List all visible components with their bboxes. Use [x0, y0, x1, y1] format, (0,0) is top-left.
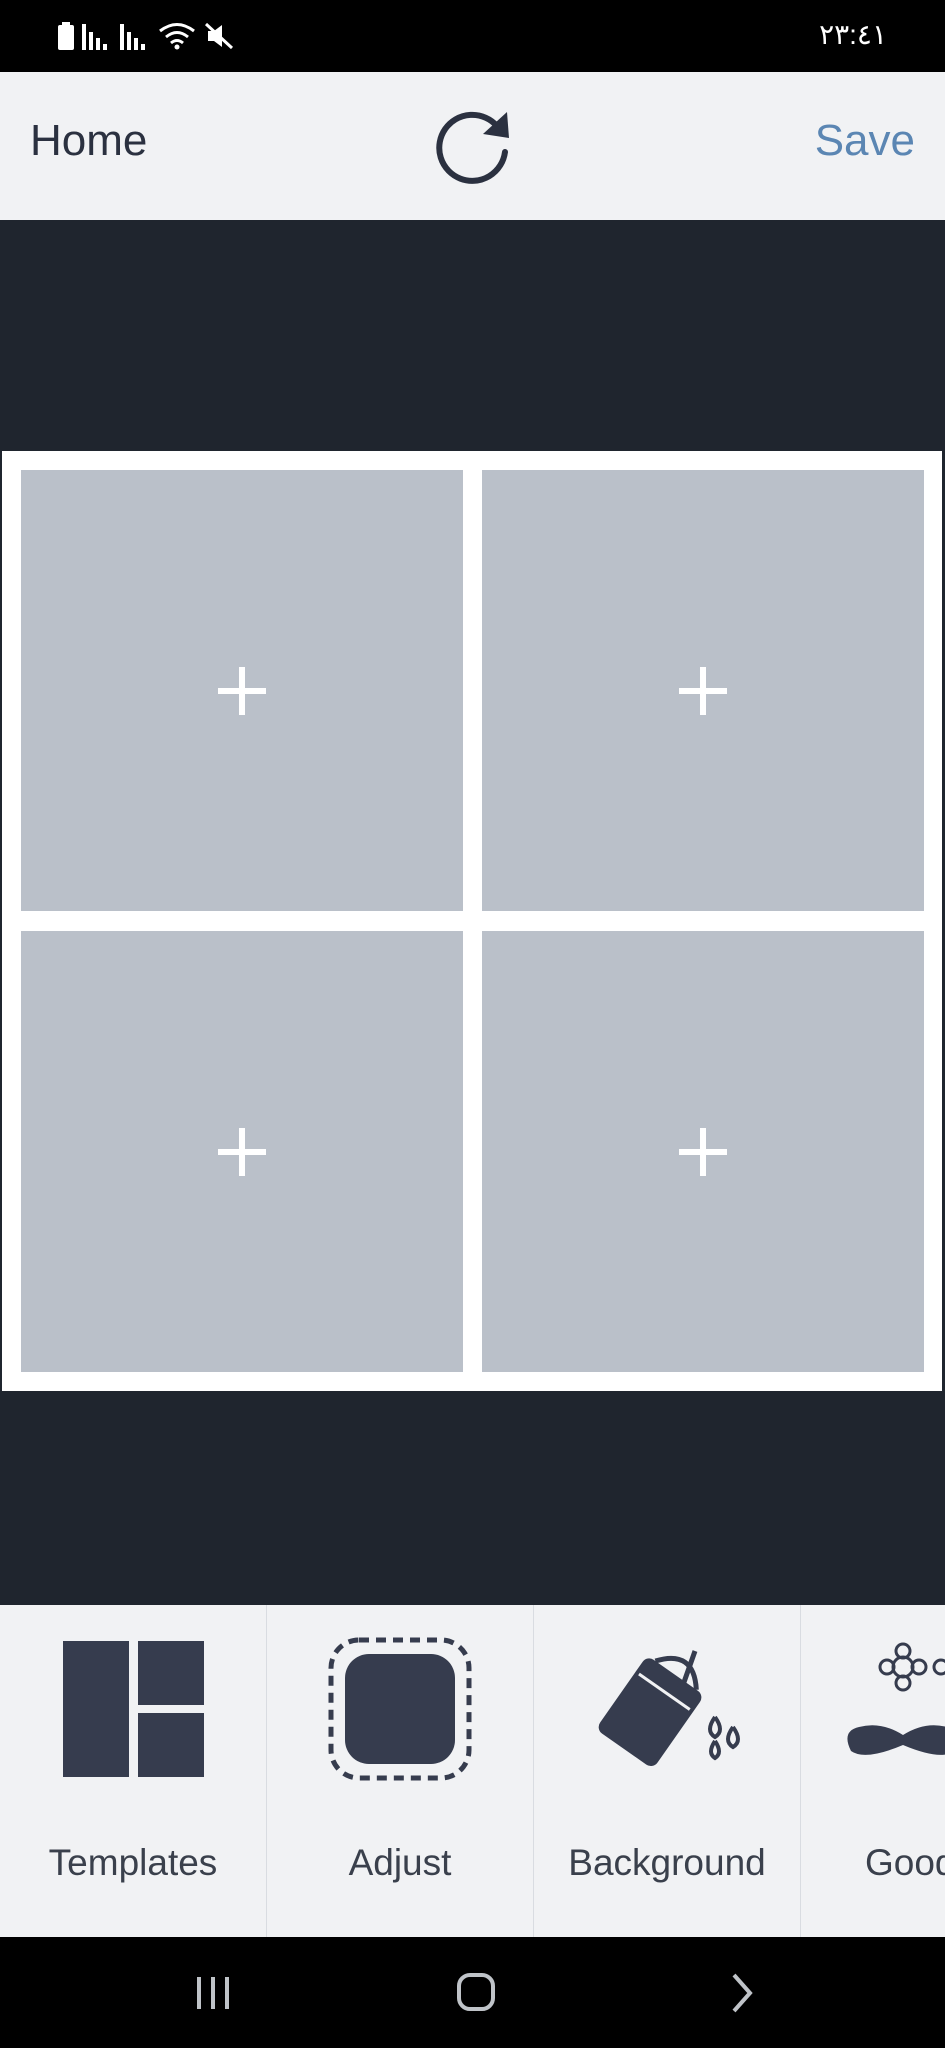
status-time: ٢٣:٤١ — [819, 19, 887, 50]
signal-icon — [120, 24, 145, 50]
tool-goodies[interactable]: Good — [801, 1605, 945, 1937]
signal-icon — [82, 24, 107, 50]
plus-icon — [218, 666, 266, 715]
plus-icon — [679, 666, 727, 715]
tool-label: Templates — [48, 1842, 218, 1883]
recents-icon — [197, 1977, 229, 2009]
navigation-bar — [0, 1937, 945, 2048]
app-screen: ٢٣:٤١ Home Save Templates Adjust Backgro… — [0, 0, 945, 2048]
battery-icon — [58, 22, 74, 50]
collage-cell[interactable] — [21, 470, 463, 911]
back-icon — [732, 1973, 753, 2013]
home-icon — [457, 1973, 495, 2011]
save-button[interactable]: Save — [815, 116, 915, 166]
templates-icon — [63, 1641, 204, 1777]
paint-bucket-icon — [598, 1650, 740, 1767]
tool-label: Background — [568, 1842, 766, 1883]
tool-adjust[interactable]: Adjust — [267, 1605, 534, 1937]
plus-icon — [679, 1127, 727, 1176]
wifi-icon — [159, 23, 195, 50]
status-bar: ٢٣:٤١ — [0, 0, 945, 72]
mute-icon — [204, 22, 234, 50]
refresh-icon — [436, 111, 509, 184]
bottom-toolbar: Templates Adjust Background Goo — [0, 1605, 945, 1937]
home-nav-button[interactable] — [447, 1963, 507, 2023]
back-button[interactable] — [712, 1963, 772, 2023]
tool-label: Good — [865, 1842, 945, 1883]
plus-icon — [218, 1127, 266, 1176]
tool-templates[interactable]: Templates — [0, 1605, 267, 1937]
tool-background[interactable]: Background — [534, 1605, 801, 1937]
collage-cell[interactable] — [482, 931, 924, 1372]
mustache-icon — [847, 1642, 945, 1755]
collage-frame — [2, 451, 942, 1391]
app-header: Home Save — [0, 72, 945, 220]
refresh-button[interactable] — [427, 102, 517, 192]
collage-cell[interactable] — [482, 470, 924, 911]
status-icons — [58, 20, 234, 52]
adjust-icon — [328, 1637, 472, 1781]
recents-button[interactable] — [183, 1963, 243, 2023]
collage-cell[interactable] — [21, 931, 463, 1372]
tool-label: Adjust — [348, 1842, 452, 1883]
collage-canvas — [0, 220, 945, 1605]
home-button[interactable]: Home — [30, 116, 147, 166]
